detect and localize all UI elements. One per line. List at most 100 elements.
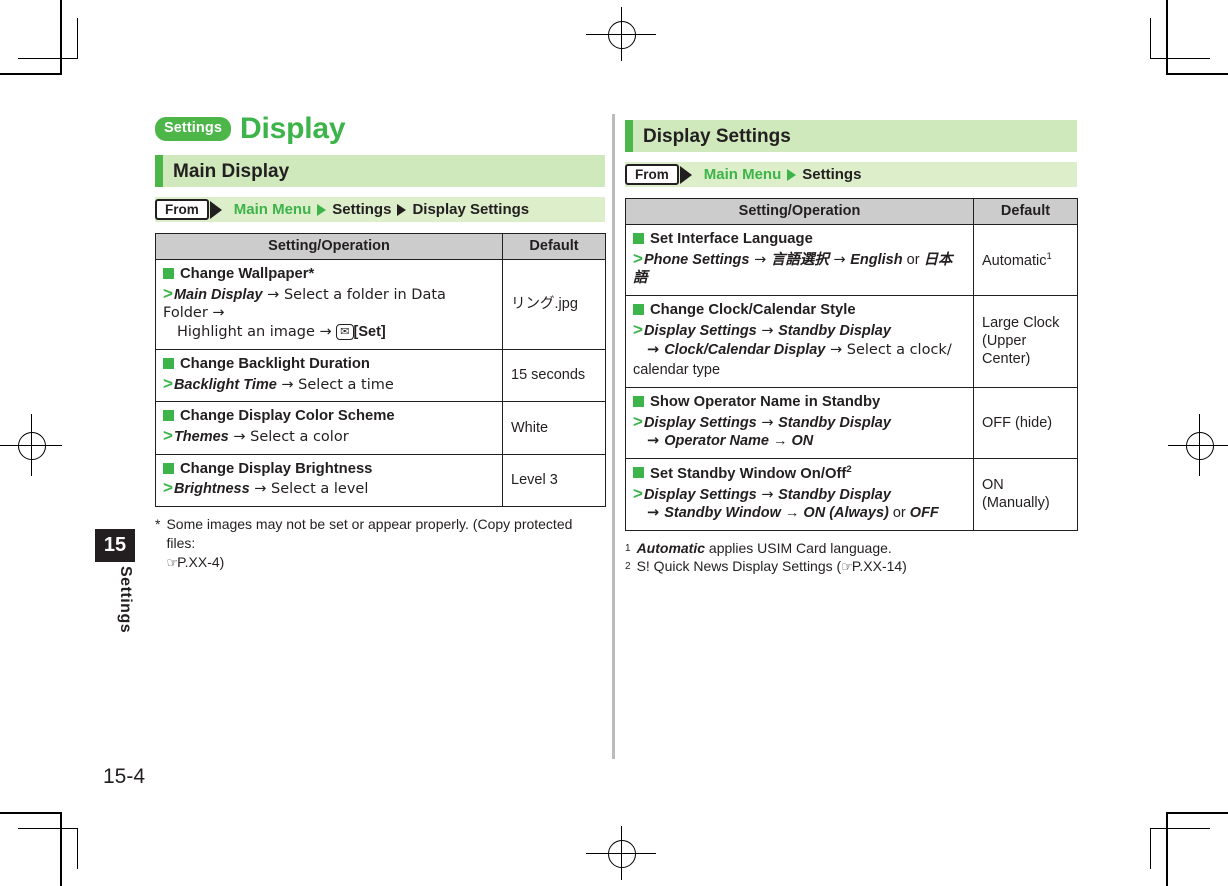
step-target-3: Operator Name → ON <box>664 433 814 450</box>
cell-setting-operation: Show Operator Name in Standby >Display S… <box>625 386 974 459</box>
step-rest: → Select a time <box>276 376 394 393</box>
breadcrumb-trail: Main Menu Settings <box>704 167 862 182</box>
table-row: Change Clock/Calendar Style >Display Set… <box>625 295 1078 388</box>
setting-title-text: Show Operator Name in Standby <box>650 393 881 410</box>
softkey-label: [Set] <box>353 324 386 341</box>
chapter-name-tab: Settings <box>117 566 134 634</box>
footnote-text: Some images may not be set or appear pro… <box>166 516 573 551</box>
setting-title: Change Wallpaper* <box>163 265 495 284</box>
step-marker-icon: > <box>163 373 173 393</box>
setting-title-text: Set Standby Window On/Off2 <box>650 464 852 484</box>
registration-mark-right <box>1168 414 1228 476</box>
step-conjunction: or <box>902 251 924 268</box>
step-arrow-1: → <box>749 251 771 268</box>
step-line-2-pre: Highlight an image → <box>177 324 337 341</box>
step-arrow-1: → <box>756 322 779 339</box>
setting-title-text: Change Backlight Duration <box>180 355 370 372</box>
step-marker-icon: > <box>163 283 173 303</box>
cell-setting-operation: Change Display Brightness >Brightness → … <box>155 453 503 508</box>
operation-steps: >Brightness → Select a level <box>163 478 495 499</box>
step-target-2: 言語選択 <box>770 251 829 268</box>
step-target-1: Display Settings <box>643 486 757 503</box>
green-square-bullet-icon <box>163 410 174 422</box>
operation-steps: >Display Settings → Standby Display → Op… <box>633 413 966 451</box>
setting-title: Show Operator Name in Standby <box>633 393 966 412</box>
printed-page: 15 Settings 15-4 Settings Display Main D… <box>0 0 1228 886</box>
from-chip: From <box>625 164 679 185</box>
step-arrow-2: → <box>647 505 665 522</box>
operation-steps: >Display Settings → Standby Display → St… <box>633 483 966 523</box>
footnote: * Some images may not be set or appear p… <box>155 515 605 572</box>
footnote-emphasis: Automatic <box>636 539 706 556</box>
step-target-2: Standby Display <box>778 322 891 339</box>
step-target: Backlight Time <box>173 376 277 393</box>
footnote-reference: P.XX-14) <box>851 558 907 575</box>
cell-setting-operation: Change Clock/Calendar Style >Display Set… <box>625 295 974 388</box>
step-marker-icon: > <box>633 248 643 268</box>
from-label: From <box>635 166 669 182</box>
default-value-text: Automatic <box>982 252 1047 269</box>
breadcrumb-left: From Main Menu Settings Display Settings <box>155 197 605 222</box>
from-arrow-icon <box>679 165 692 184</box>
setting-title-label: Set Standby Window On/Off <box>650 465 847 482</box>
step-target-3: Clock/Calendar Display <box>664 341 826 358</box>
step-line-2: Highlight an image → ✉ [Set] <box>163 323 495 342</box>
green-square-bullet-icon <box>633 395 644 407</box>
step-line-2: → Standby Window → ON (Always) or OFF <box>633 504 966 523</box>
setting-title-text: Change Wallpaper* <box>180 266 315 282</box>
table-row: Set Standby Window On/Off2 >Display Sett… <box>625 457 1078 531</box>
col-header-default: Default <box>502 233 606 260</box>
step-marker-icon: > <box>163 478 173 498</box>
setting-title: Set Interface Language <box>633 230 966 249</box>
step-line-2: → Clock/Calendar Display → Select a cloc… <box>633 341 966 360</box>
step-target-1: Phone Settings <box>643 251 750 268</box>
step-marker-icon: > <box>633 319 643 339</box>
category-badge: Settings <box>155 117 231 141</box>
cell-default-value: White <box>502 401 606 455</box>
cell-default-value: リング.jpg <box>502 259 606 350</box>
table-row: Change Wallpaper* >Main Display → Select… <box>155 259 606 350</box>
step-arrow-2: → <box>828 251 851 268</box>
breadcrumb-trail: Main Menu Settings Display Settings <box>234 202 529 217</box>
from-label: From <box>165 201 199 217</box>
step-arrow-2: → <box>647 341 665 358</box>
step-target: Main Display <box>173 286 263 303</box>
step-conjunction: or <box>888 505 910 522</box>
registration-mark-top <box>586 7 656 61</box>
footnote-ref-2: 2 <box>846 463 852 475</box>
cell-default-value: Large Clock (Upper Center) <box>973 295 1078 388</box>
footnote-mark: 2 <box>625 561 631 573</box>
section-heading-main-display: Main Display <box>155 155 605 187</box>
page-title: Settings Display <box>155 112 605 146</box>
footnote: 1 Automatic applies USIM Card language. <box>625 539 1077 558</box>
footnote-reference: P.XX-4) <box>177 553 225 570</box>
registration-mark-left <box>0 414 62 476</box>
footnote-body: S! Quick News Display Settings (☞P.XX-14… <box>637 557 1077 577</box>
section-heading-label: Main Display <box>173 160 290 182</box>
table-row: Change Display Color Scheme >Themes → Se… <box>155 401 606 455</box>
table-header-row: Setting/Operation Default <box>625 198 1078 225</box>
green-square-bullet-icon <box>633 466 644 478</box>
pointing-hand-icon: ☞ <box>166 555 178 571</box>
setting-title: Change Clock/Calendar Style <box>633 301 966 320</box>
cell-default-value: OFF (hide) <box>973 386 1078 459</box>
step-target-1: Display Settings <box>643 414 757 431</box>
column-divider <box>612 114 615 759</box>
setting-title-text: Change Display Color Scheme <box>180 408 395 425</box>
from-chip: From <box>155 199 209 220</box>
cell-setting-operation: Change Backlight Duration >Backlight Tim… <box>155 348 503 403</box>
step-marker-icon: > <box>163 426 173 445</box>
footnote-body: Some images may not be set or appear pro… <box>166 515 605 572</box>
step-arrow-1: → <box>756 414 779 431</box>
table-row: Show Operator Name in Standby >Display S… <box>625 386 1078 459</box>
footnote-text: applies USIM Card language. <box>705 539 892 556</box>
cell-default-value: Automatic1 <box>973 223 1078 297</box>
cell-setting-operation: Change Wallpaper* >Main Display → Select… <box>155 259 503 350</box>
footnotes-right: 1 Automatic applies USIM Card language. … <box>625 539 1077 577</box>
registration-mark-bottom <box>586 826 656 880</box>
step-marker-icon: > <box>633 483 643 503</box>
breadcrumb-item-2: Display Settings <box>412 201 530 218</box>
footnote-ref-1: 1 <box>1046 250 1052 262</box>
table-row: Set Interface Language >Phone Settings →… <box>625 223 1078 297</box>
page-number: 15-4 <box>103 765 146 788</box>
